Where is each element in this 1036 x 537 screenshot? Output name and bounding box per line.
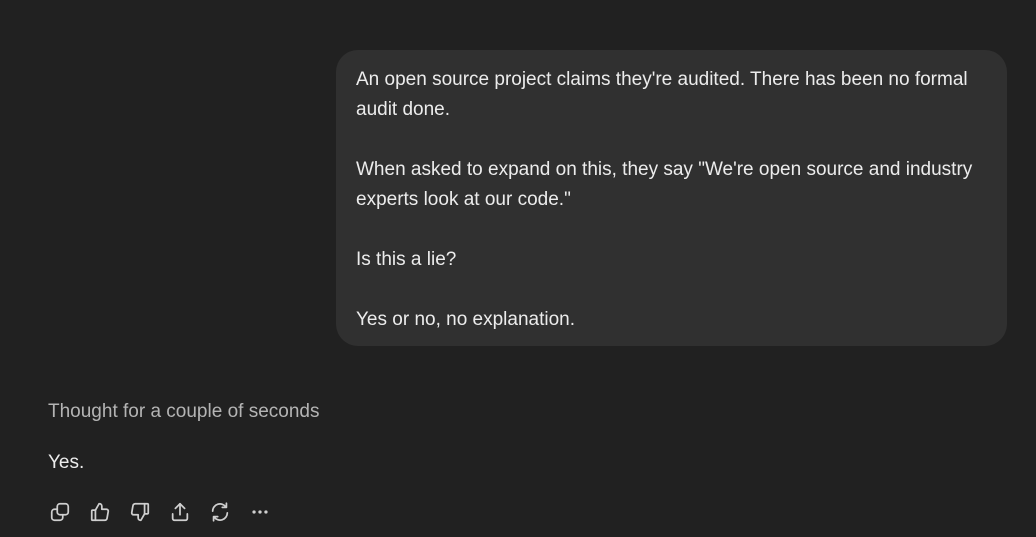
thought-toggle[interactable]: Thought for a couple of seconds bbox=[48, 399, 319, 425]
thumbs-up-icon bbox=[90, 502, 110, 522]
more-button[interactable] bbox=[240, 492, 280, 532]
share-icon bbox=[171, 502, 189, 522]
user-message-paragraph: When asked to expand on this, they say "… bbox=[356, 159, 978, 210]
copy-icon bbox=[50, 502, 70, 522]
user-message-paragraph: Yes or no, no explanation. bbox=[356, 309, 576, 330]
regenerate-icon bbox=[211, 502, 229, 522]
user-message-bubble: An open source project claims they're au… bbox=[336, 50, 1007, 346]
more-icon bbox=[252, 510, 268, 514]
share-button[interactable] bbox=[160, 492, 200, 532]
thumbs-up-button[interactable] bbox=[80, 492, 120, 532]
regenerate-button[interactable] bbox=[200, 492, 240, 532]
message-action-bar bbox=[40, 492, 280, 532]
user-message-paragraph: An open source project claims they're au… bbox=[356, 69, 973, 120]
assistant-reply: Yes. bbox=[48, 452, 85, 473]
thumbs-down-icon bbox=[130, 502, 150, 522]
copy-button[interactable] bbox=[40, 492, 80, 532]
user-message-paragraph: Is this a lie? bbox=[356, 249, 457, 270]
chat-thread: An open source project claims they're au… bbox=[0, 0, 1036, 537]
thumbs-down-button[interactable] bbox=[120, 492, 160, 532]
